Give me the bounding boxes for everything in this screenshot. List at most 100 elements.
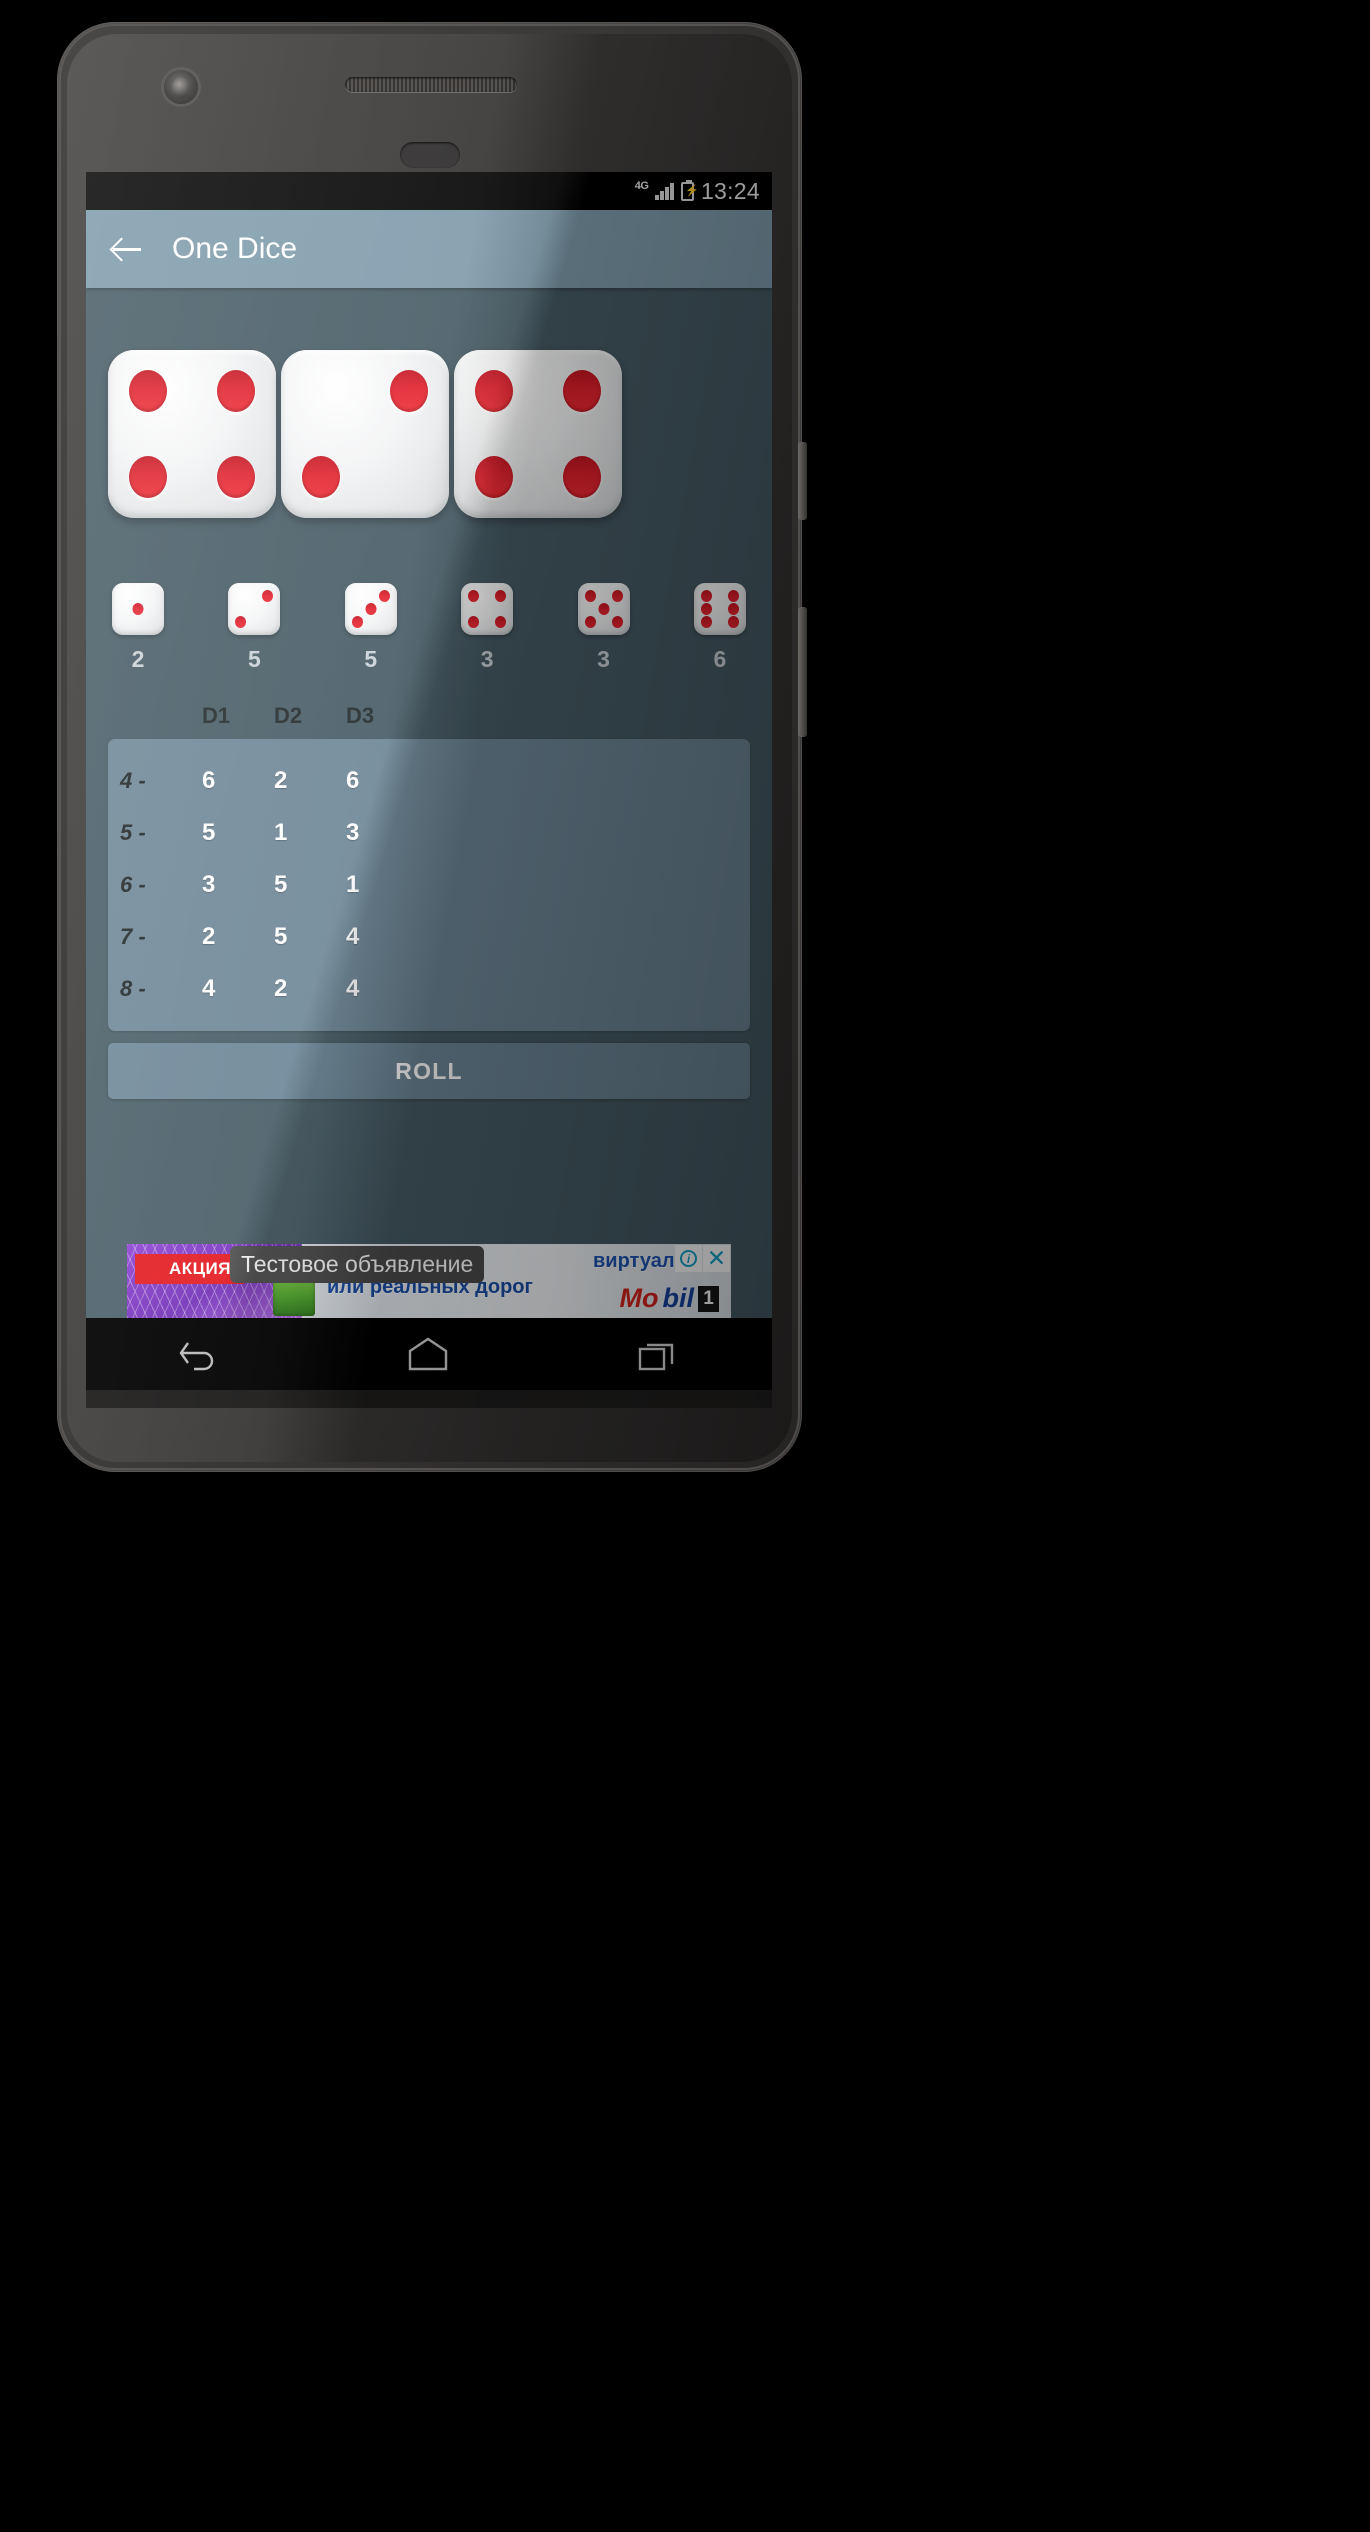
die-pip xyxy=(475,370,513,412)
die-pip xyxy=(365,603,377,615)
table-cell-d3: 4 xyxy=(346,975,360,1002)
table-row: 4 - 6 2 6 xyxy=(120,755,750,807)
face-count-label: 3 xyxy=(480,646,494,672)
die-pip xyxy=(598,603,610,615)
table-row-label: 6 - xyxy=(120,872,146,897)
table-cell-d1: 2 xyxy=(202,923,216,950)
ad-overlay-label: Тестовое объявление xyxy=(230,1246,485,1283)
table-row-label: 8 - xyxy=(120,976,146,1001)
history-table-header: D1 D2 D3 xyxy=(108,703,750,729)
table-cell-d1: 4 xyxy=(202,975,216,1002)
die-pip xyxy=(390,370,428,412)
face-count-label: 6 xyxy=(713,646,727,672)
ad-line-tail: виртуаль xyxy=(593,1250,687,1272)
small-die-face-3 xyxy=(344,583,397,635)
die-pip xyxy=(262,590,274,602)
big-die-3[interactable] xyxy=(454,350,622,518)
table-row-label: 5 - xyxy=(120,820,146,845)
die-pip xyxy=(727,603,739,615)
face-counter-5: 3 xyxy=(577,583,630,673)
die-pip xyxy=(495,590,507,602)
ad-brand-logo: Mo bil 1 xyxy=(620,1283,719,1314)
small-die-face-5 xyxy=(577,583,630,635)
history-rowlabel-header xyxy=(120,703,202,729)
clock-label: 13:24 xyxy=(700,177,760,204)
table-cell-d2: 2 xyxy=(274,975,288,1002)
nav-back-icon[interactable] xyxy=(178,1337,220,1371)
back-arrow-icon[interactable] xyxy=(110,232,144,266)
die-pip xyxy=(468,616,480,628)
history-table-panel[interactable]: 4 - 6 2 6 5 - 5 1 3 6 - 3 5 1 7 - 2 5 4 8 - 4 2 4 xyxy=(108,739,750,1031)
ad-brand-one: 1 xyxy=(698,1285,719,1312)
network-type-label: 4G xyxy=(634,180,649,192)
die-pip xyxy=(378,590,390,602)
table-cell-d3: 4 xyxy=(346,923,360,950)
die-pip xyxy=(217,370,255,412)
die-pip xyxy=(495,616,507,628)
die-pip xyxy=(611,590,623,602)
die-pip xyxy=(611,616,623,628)
face-count-label: 5 xyxy=(364,646,378,672)
die-pip xyxy=(727,590,739,602)
face-counter-6: 6 xyxy=(693,583,746,673)
die-pip xyxy=(475,456,513,498)
roll-button-label: ROLL xyxy=(395,1057,463,1084)
power-button[interactable] xyxy=(798,442,807,520)
nav-recents-icon[interactable] xyxy=(636,1337,680,1371)
table-row: 7 - 2 5 4 xyxy=(120,911,750,963)
die-pip xyxy=(584,616,596,628)
face-counter-3: 5 xyxy=(344,583,397,673)
front-camera-icon xyxy=(164,70,198,104)
ad-close-button[interactable]: ✕ xyxy=(703,1245,730,1272)
earpiece-speaker-icon xyxy=(345,77,517,92)
die-pip xyxy=(700,616,712,628)
info-icon: i xyxy=(680,1250,697,1267)
ad-info-button[interactable]: i xyxy=(675,1245,702,1272)
die-pip xyxy=(351,616,363,628)
app-toolbar: One Dice xyxy=(86,210,772,288)
ad-banner[interactable]: АКЦИЯ виртуаль или реальных дорог Mo bil… xyxy=(127,1244,731,1318)
big-die-2[interactable] xyxy=(281,350,449,518)
ad-promo-badge-label: АКЦИЯ xyxy=(168,1259,231,1278)
big-die-1[interactable] xyxy=(108,350,276,518)
main-content: 255336 D1 D2 D3 4 -6265 -5136 -3517 -254… xyxy=(86,350,772,1099)
small-die-face-2 xyxy=(228,583,281,635)
table-row: 8 - 4 2 4 xyxy=(120,963,750,1015)
page-title: One Dice xyxy=(172,232,298,265)
die-pip xyxy=(129,370,167,412)
signal-bars-icon xyxy=(655,182,674,200)
face-counter-4: 3 xyxy=(461,583,514,673)
die-pip xyxy=(132,603,144,615)
die-pip xyxy=(235,616,247,628)
die-pip xyxy=(129,456,167,498)
table-cell-d1: 5 xyxy=(202,819,216,846)
face-count-label: 3 xyxy=(597,646,610,672)
volume-button[interactable] xyxy=(798,607,807,737)
status-bar: 4G ⚡ 13:24 xyxy=(86,172,772,210)
table-row: 6 - 3 5 1 xyxy=(120,859,750,911)
die-pip xyxy=(700,603,712,615)
die-pip xyxy=(563,370,601,412)
column-header-d1: D1 xyxy=(202,703,231,728)
column-header-d3: D3 xyxy=(346,703,375,728)
device-chin xyxy=(86,1390,772,1408)
table-row: 5 - 5 1 3 xyxy=(120,807,750,859)
die-pip xyxy=(727,616,739,628)
roll-button[interactable]: ROLL xyxy=(108,1043,750,1099)
table-cell-d3: 3 xyxy=(346,819,360,846)
nav-home-icon[interactable] xyxy=(405,1337,451,1371)
table-row-label: 4 - xyxy=(120,768,146,793)
phone-device: 4G ⚡ 13:24 One Dice 255336 D1 D2 D3 4 - … xyxy=(57,22,807,1472)
ad-brand-bil: bil xyxy=(662,1283,695,1313)
table-cell-d1: 3 xyxy=(202,871,216,898)
ad-controls[interactable]: i ✕ xyxy=(675,1245,730,1272)
ad-brand-mo: Mo xyxy=(619,1283,659,1313)
die-pip xyxy=(584,590,596,602)
small-die-face-6 xyxy=(693,583,746,635)
table-cell-d3: 6 xyxy=(346,767,360,794)
face-counter-2: 5 xyxy=(228,583,281,673)
face-counter-1: 2 xyxy=(112,583,164,673)
column-header-d2: D2 xyxy=(274,703,303,728)
phone-screen: 4G ⚡ 13:24 One Dice 255336 D1 D2 D3 4 - … xyxy=(86,172,772,1318)
current-roll-dice[interactable] xyxy=(108,350,750,518)
